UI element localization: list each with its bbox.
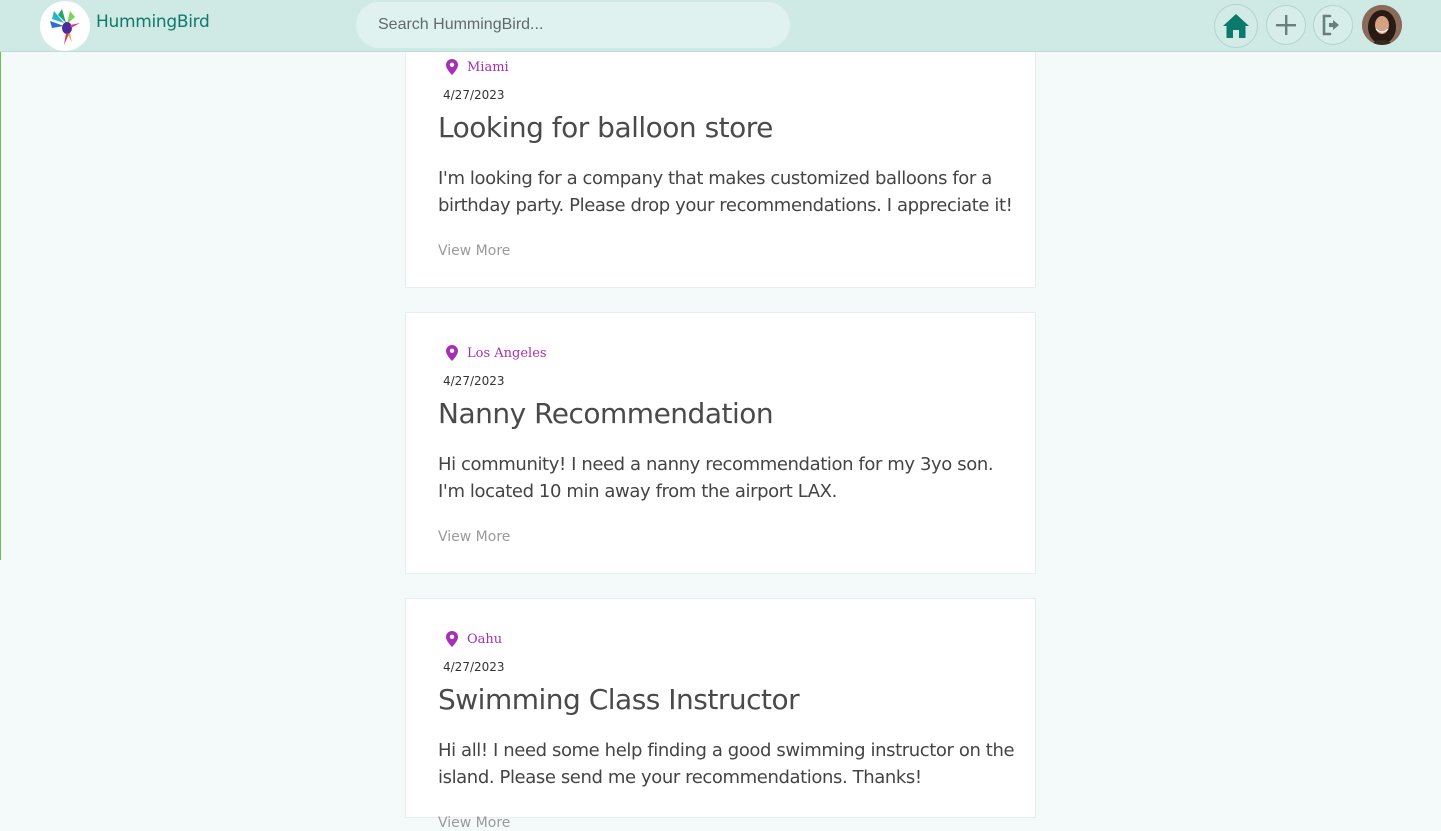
view-more-link[interactable]: View More [438, 815, 510, 831]
logout-button[interactable] [1313, 5, 1353, 45]
post-location: Oahu [467, 631, 503, 647]
home-button[interactable] [1214, 4, 1258, 48]
post-card: Miami 4/27/2023 Looking for balloon stor… [405, 30, 1036, 288]
hummingbird-logo-graphic [50, 9, 80, 45]
post-location: Los Angeles [467, 345, 547, 361]
home-icon [1223, 14, 1249, 38]
logout-icon [1322, 14, 1339, 36]
post-card: Los Angeles 4/27/2023 Nanny Recommendati… [405, 312, 1036, 574]
top-navbar: HummingBird [0, 0, 1441, 52]
location-row: Los Angeles [446, 344, 547, 362]
location-pin-icon [446, 59, 458, 75]
post-date: 4/27/2023 [443, 660, 505, 674]
app-name[interactable]: HummingBird [96, 12, 210, 32]
post-date: 4/27/2023 [443, 88, 505, 102]
add-post-button[interactable] [1266, 5, 1306, 45]
post-card: Oahu 4/27/2023 Swimming Class Instructor… [405, 598, 1036, 831]
plus-icon [1276, 15, 1296, 35]
location-row: Oahu [446, 630, 502, 648]
hummingbird-logo-icon[interactable] [40, 1, 90, 51]
post-date: 4/27/2023 [443, 374, 505, 388]
avatar-image [1362, 5, 1402, 45]
location-pin-icon [446, 345, 458, 361]
post-body: I'm looking for a company that makes cus… [438, 168, 1013, 216]
view-more-link[interactable]: View More [438, 243, 510, 259]
post-body: Hi community! I need a nanny recommendat… [438, 454, 994, 502]
location-pin-icon [446, 631, 458, 647]
post-title: Nanny Recommendation [438, 397, 774, 430]
search-input[interactable] [356, 2, 790, 48]
left-edge-divider [0, 52, 1, 560]
post-title: Looking for balloon store [438, 111, 773, 144]
location-row: Miami [446, 58, 509, 76]
view-more-link[interactable]: View More [438, 529, 510, 545]
post-title: Swimming Class Instructor [438, 683, 800, 716]
post-body: Hi all! I need some help finding a good … [438, 740, 1015, 788]
avatar[interactable] [1362, 5, 1402, 45]
post-location: Miami [467, 59, 509, 75]
